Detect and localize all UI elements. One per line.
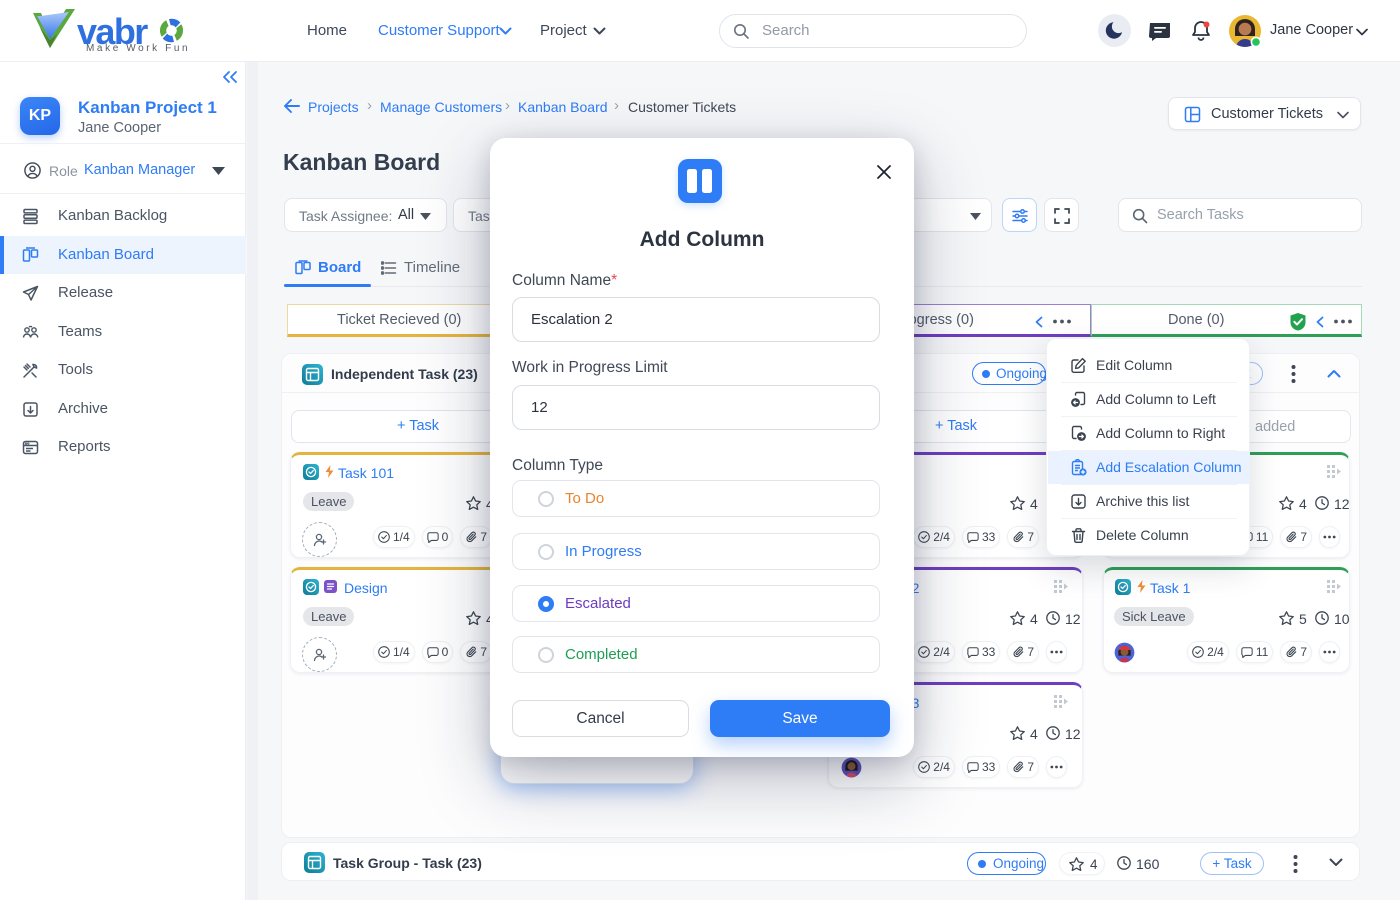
svg-text:Make Work Fun: Make Work Fun xyxy=(86,43,190,54)
